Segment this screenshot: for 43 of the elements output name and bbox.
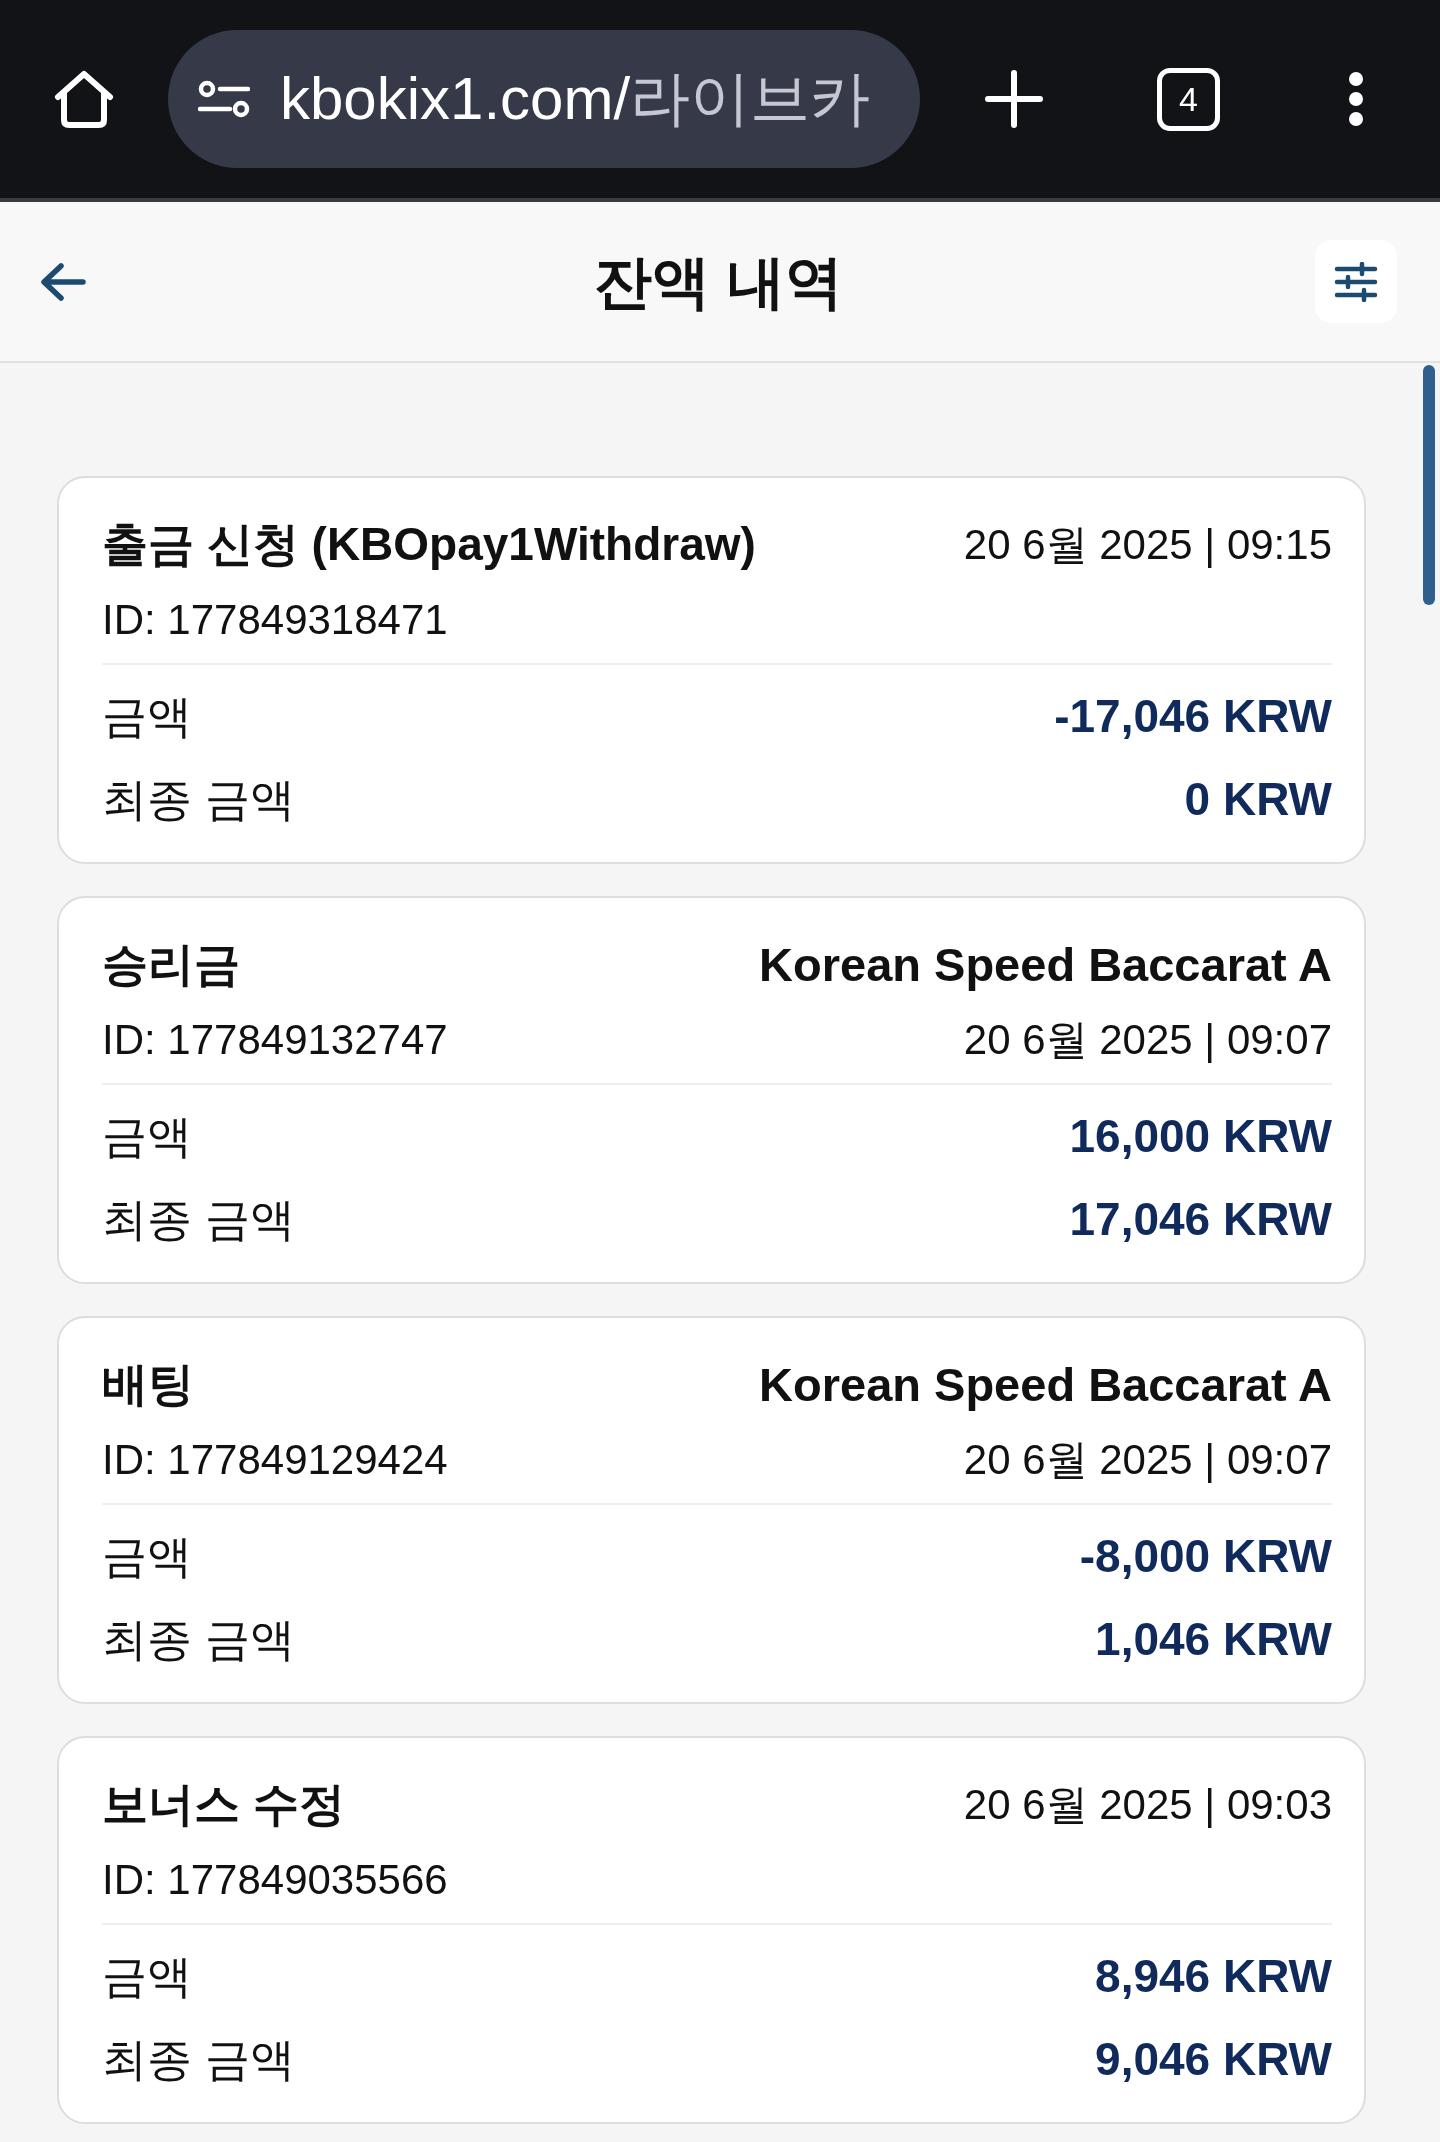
amount-label: 최종 금액 <box>102 1193 295 1247</box>
transaction-type: 배팅 <box>102 1357 194 1413</box>
address-bar[interactable]: kbokix1.com/라이브카 <box>168 30 920 168</box>
amount-value: 17,046 KRW <box>1069 1192 1332 1248</box>
amount-label: 금액 <box>102 1530 192 1584</box>
new-tab-button[interactable] <box>985 70 1043 128</box>
transaction-type: 출금 신청 (KBOpay1Withdraw) <box>102 517 756 573</box>
transaction-date: 20 6월 2025 | 09:07 <box>963 1014 1332 1065</box>
amount-label: 금액 <box>102 1950 192 2004</box>
transaction-id: ID: 177849035566 <box>102 1854 448 1905</box>
plus-icon <box>985 70 1043 128</box>
game-name: Korean Speed Baccarat A <box>759 936 1332 993</box>
transaction-date: 20 6월 2025 | 09:15 <box>963 519 1332 570</box>
transaction-date: 20 6월 2025 | 09:07 <box>963 1434 1332 1485</box>
transaction-type: 승리금 <box>102 937 240 993</box>
amount-label: 최종 금액 <box>102 773 295 827</box>
more-button[interactable] <box>1348 71 1364 127</box>
amount-value: 0 KRW <box>1184 772 1332 828</box>
amount-value: 9,046 KRW <box>1095 2032 1332 2088</box>
transaction-id: ID: 177849132747 <box>102 1014 448 1065</box>
back-button[interactable] <box>40 261 86 302</box>
back-arrow-icon <box>40 261 86 302</box>
amount-label: 최종 금액 <box>102 2033 295 2087</box>
amount-value: 8,946 KRW <box>1095 1949 1332 2005</box>
filter-button[interactable] <box>1315 240 1397 323</box>
game-name: Korean Speed Baccarat A <box>759 1356 1332 1413</box>
amount-value: 1,046 KRW <box>1095 1612 1332 1668</box>
amount-value: -17,046 KRW <box>1054 689 1332 745</box>
url-text: kbokix1.com/라이브카 <box>280 64 871 134</box>
more-icon <box>1348 71 1364 127</box>
amount-value: 16,000 KRW <box>1069 1109 1332 1165</box>
amount-label: 최종 금액 <box>102 1613 295 1667</box>
amount-label: 금액 <box>102 690 192 744</box>
amount-value: -8,000 KRW <box>1079 1529 1332 1585</box>
transaction-type: 보너스 수정 <box>102 1777 345 1833</box>
page-title: 잔액 내역 <box>594 247 843 316</box>
transaction-id: ID: 177849129424 <box>102 1434 448 1485</box>
amount-label: 금액 <box>102 1110 192 1164</box>
transaction-date: 20 6월 2025 | 09:03 <box>963 1779 1332 1830</box>
tune-icon[interactable] <box>198 80 250 118</box>
sliders-icon <box>1334 261 1378 302</box>
tab-switcher-button[interactable]: 4 <box>1157 67 1220 131</box>
transaction-id: ID: 177849318471 <box>102 594 448 645</box>
